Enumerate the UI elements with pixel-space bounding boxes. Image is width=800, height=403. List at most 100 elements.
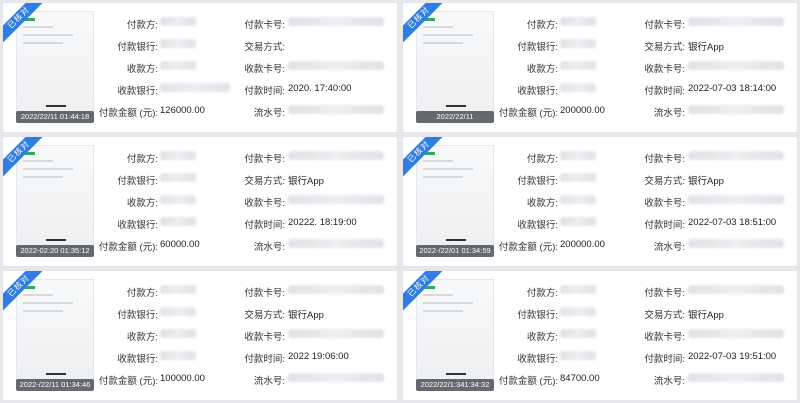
- home-indicator-icon: [446, 239, 466, 241]
- pay-time-value: 2022-07-03 19:51:00: [688, 351, 777, 362]
- home-indicator-icon: [446, 373, 466, 375]
- pay-time-label: 付款时间:: [244, 220, 285, 231]
- payer-card-redacted: [688, 151, 784, 160]
- payment-card[interactable]: 已核对 2022/22/11 01:44:18 付款方: 付款卡号: 付款银行:…: [2, 2, 398, 133]
- payee-redacted: [560, 329, 596, 338]
- serial-label: 流水号:: [253, 108, 285, 119]
- pay-bank-label: 付款银行:: [117, 176, 158, 187]
- payer-redacted: [160, 17, 196, 26]
- receive-bank-redacted: [560, 217, 596, 226]
- pay-bank-redacted: [160, 39, 196, 48]
- payee-card-label: 收款卡号:: [644, 64, 685, 75]
- serial-redacted: [288, 239, 384, 248]
- redacted-line: [423, 26, 453, 28]
- pay-time-label: 付款时间:: [644, 86, 685, 97]
- payee-redacted: [560, 195, 596, 204]
- payee-card-redacted: [288, 195, 384, 204]
- amount-label: 付款金额 (元):: [98, 242, 158, 253]
- redacted-line: [23, 168, 73, 170]
- pay-time-value: 20222. 18:19:00: [288, 217, 357, 228]
- pay-time-value: 2020. 17:40:00: [288, 83, 352, 94]
- payee-card-redacted: [688, 61, 784, 70]
- home-indicator-icon: [446, 105, 466, 107]
- payer-redacted: [560, 151, 596, 160]
- pay-time-label: 付款时间:: [244, 354, 285, 365]
- payer-card-redacted: [688, 17, 784, 26]
- payer-card-redacted: [288, 17, 384, 26]
- pay-time-value: 2022-07-03 18:14:00: [688, 83, 777, 94]
- payer-card-label: 付款卡号:: [244, 154, 285, 165]
- payer-redacted: [560, 17, 596, 26]
- payer-redacted: [160, 285, 196, 294]
- receive-bank-label: 收款银行:: [517, 86, 558, 97]
- redacted-line: [23, 310, 63, 312]
- redacted-line: [423, 310, 463, 312]
- payee-card-redacted: [688, 195, 784, 204]
- pay-time-label: 付款时间:: [244, 86, 285, 97]
- trade-method-label: 交易方式:: [644, 176, 685, 187]
- trade-method-value: 银行App: [288, 310, 324, 321]
- redacted-line: [423, 168, 473, 170]
- receive-bank-redacted: [160, 351, 196, 360]
- redacted-line: [423, 294, 453, 296]
- receive-bank-label: 收款银行:: [517, 220, 558, 231]
- payee-card-label: 收款卡号:: [644, 332, 685, 343]
- record-grid: 已核对 2022/22/11 01:44:18 付款方: 付款卡号: 付款银行:…: [2, 2, 798, 401]
- payee-label: 收款方:: [126, 198, 158, 209]
- payee-redacted: [560, 61, 596, 70]
- payment-card[interactable]: 已核对 2022-/22/11 01:34:46 付款方: 付款卡号: 付款银行…: [2, 270, 398, 401]
- receive-bank-label: 收款银行:: [117, 354, 158, 365]
- serial-label: 流水号:: [253, 376, 285, 387]
- payee-card-label: 收款卡号:: [244, 64, 285, 75]
- payee-redacted: [160, 329, 196, 338]
- trade-method-value: 银行App: [688, 42, 724, 53]
- redacted-line: [23, 26, 53, 28]
- amount-value: 84700.00: [560, 373, 600, 384]
- payment-card[interactable]: 已核对 2022-02:20 01:35:12 付款方: 付款卡号: 付款银行:…: [2, 136, 398, 267]
- payer-label: 付款方:: [526, 288, 558, 299]
- pay-time-value: 2022-07-03 18:51:00: [688, 217, 777, 228]
- payee-redacted: [160, 195, 196, 204]
- payer-redacted: [560, 285, 596, 294]
- serial-redacted: [288, 373, 384, 382]
- redacted-line: [423, 160, 453, 162]
- payer-label: 付款方:: [126, 288, 158, 299]
- payer-card-label: 付款卡号:: [644, 20, 685, 31]
- payer-card-label: 付款卡号:: [244, 288, 285, 299]
- serial-redacted: [688, 105, 784, 114]
- redacted-line: [23, 160, 53, 162]
- payment-card[interactable]: 已核对 2022/22/1:341:34:32 付款方: 付款卡号: 付款银行:…: [402, 270, 798, 401]
- pay-bank-label: 付款银行:: [517, 42, 558, 53]
- payer-card-label: 付款卡号:: [244, 20, 285, 31]
- payment-card[interactable]: 已核对 2022-/22/01 01:34:59 付款方: 付款卡号: 付款银行…: [402, 136, 798, 267]
- payment-card[interactable]: 已核对 2022/22/11 01:41:43:16 付款方: 付款卡号: 付款…: [402, 2, 798, 133]
- payee-card-redacted: [288, 61, 384, 70]
- redacted-line: [423, 34, 473, 36]
- payee-label: 收款方:: [526, 64, 558, 75]
- payer-redacted: [160, 151, 196, 160]
- redacted-line: [23, 176, 63, 178]
- payer-card-label: 付款卡号:: [644, 288, 685, 299]
- pay-bank-label: 付款银行:: [117, 42, 158, 53]
- serial-label: 流水号:: [653, 108, 685, 119]
- serial-redacted: [688, 239, 784, 248]
- payee-card-redacted: [688, 329, 784, 338]
- payee-label: 收款方:: [526, 332, 558, 343]
- pay-time-label: 付款时间:: [644, 354, 685, 365]
- home-indicator-icon: [46, 105, 66, 107]
- payee-card-label: 收款卡号:: [244, 332, 285, 343]
- amount-value: 60000.00: [160, 239, 200, 250]
- trade-method-label: 交易方式:: [644, 42, 685, 53]
- pay-bank-redacted: [560, 307, 596, 316]
- redacted-line: [23, 302, 73, 304]
- payer-label: 付款方:: [126, 154, 158, 165]
- payee-label: 收款方:: [526, 198, 558, 209]
- redacted-line: [23, 294, 53, 296]
- trade-method-value: 银行App: [288, 176, 324, 187]
- pay-bank-redacted: [560, 173, 596, 182]
- payer-card-redacted: [688, 285, 784, 294]
- payer-card-label: 付款卡号:: [644, 154, 685, 165]
- pay-bank-label: 付款银行:: [517, 176, 558, 187]
- payee-card-label: 收款卡号:: [644, 198, 685, 209]
- amount-label: 付款金额 (元):: [98, 376, 158, 387]
